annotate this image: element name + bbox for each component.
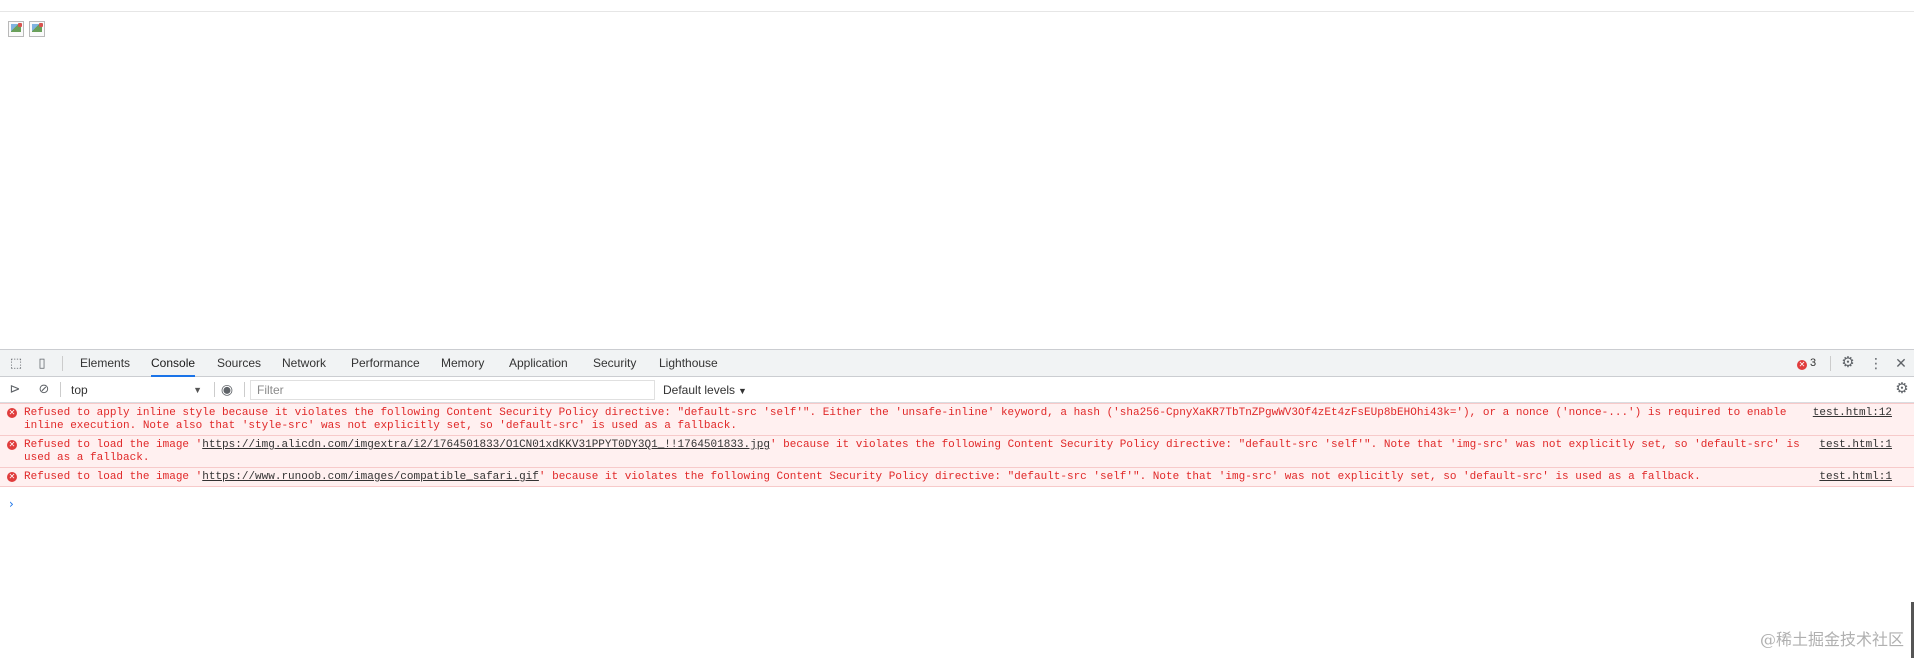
console-prompt[interactable]: › [9, 497, 14, 511]
message-source-link[interactable]: test.html:1 [1819, 439, 1892, 452]
tab-application[interactable]: Application [509, 350, 568, 377]
toolbar-divider [214, 382, 215, 397]
error-icon: ✕ [1797, 360, 1807, 370]
tab-security[interactable]: Security [593, 350, 636, 377]
tab-sources[interactable]: Sources [217, 350, 261, 377]
error-icon: ✕ [7, 408, 17, 418]
error-count-label: 3 [1810, 357, 1817, 369]
settings-gear-icon[interactable]: ⚙ [1840, 355, 1856, 371]
console-error-message: ✕ Refused to apply inline style because … [0, 403, 1914, 436]
console-filter-input[interactable] [250, 380, 655, 400]
context-selector-value: top [71, 383, 88, 397]
error-icon: ✕ [7, 440, 17, 450]
console-error-message: ✕ Refused to load the image 'https://www… [0, 468, 1914, 487]
devtools-panel: ⬚ ▯ Elements Console Sources Network Per… [0, 349, 1914, 658]
message-source-link[interactable]: test.html:1 [1819, 471, 1892, 484]
broken-image-icon [8, 21, 24, 37]
clear-console-icon[interactable]: ⊘ [36, 381, 52, 397]
console-messages: ✕ Refused to apply inline style because … [0, 403, 1914, 658]
close-devtools-icon[interactable]: ✕ [1893, 355, 1909, 371]
console-toolbar: ⊳ ⊘ top ▼ ◉ Default levels▼ ⚙ [0, 377, 1914, 403]
chevron-down-icon: ▼ [738, 386, 747, 396]
broken-image-icon [29, 21, 45, 37]
tab-console[interactable]: Console [151, 350, 196, 377]
tab-memory[interactable]: Memory [441, 350, 484, 377]
toolbar-divider [1830, 356, 1831, 371]
show-sidebar-icon[interactable]: ⊳ [7, 381, 23, 397]
more-options-icon[interactable]: ⋮ [1868, 355, 1884, 371]
message-source-link[interactable]: test.html:12 [1813, 407, 1892, 420]
page-viewport [0, 0, 1914, 349]
error-icon: ✕ [7, 472, 17, 482]
chevron-down-icon: ▼ [193, 385, 202, 395]
console-error-message: ✕ Refused to load the image 'https://img… [0, 436, 1914, 468]
tab-performance[interactable]: Performance [351, 350, 420, 377]
message-url-link[interactable]: https://img.alicdn.com/imgextra/i2/17645… [202, 439, 770, 451]
tab-elements[interactable]: Elements [80, 350, 130, 377]
message-url-link[interactable]: https://www.runoob.com/images/compatible… [202, 471, 539, 483]
toolbar-divider [244, 382, 245, 397]
toolbar-divider [60, 382, 61, 397]
device-toolbar-icon[interactable]: ▯ [34, 355, 50, 371]
tab-network[interactable]: Network [282, 350, 326, 377]
address-divider [0, 11, 1914, 12]
toolbar-divider [62, 356, 63, 371]
message-prefix: Refused to load the image ' [24, 471, 203, 483]
console-settings-gear-icon[interactable]: ⚙ [1894, 381, 1910, 397]
watermark: @稀土掘金技术社区 [1759, 630, 1904, 649]
devtools-tab-bar: ⬚ ▯ Elements Console Sources Network Per… [0, 350, 1914, 377]
message-prefix: Refused to load the image ' [24, 439, 203, 451]
error-counter[interactable]: ✕ 3 [1797, 356, 1816, 370]
context-selector[interactable]: top ▼ [66, 381, 206, 399]
tab-lighthouse[interactable]: Lighthouse [659, 350, 718, 377]
log-levels-label: Default levels [663, 383, 736, 397]
message-suffix: ' because it violates the following Cont… [538, 471, 1701, 483]
message-text: Refused to apply inline style because it… [24, 407, 1787, 432]
inspect-element-icon[interactable]: ⬚ [8, 355, 24, 371]
log-levels-dropdown[interactable]: Default levels ▼ [663, 381, 747, 399]
live-expression-eye-icon[interactable]: ◉ [219, 381, 235, 397]
